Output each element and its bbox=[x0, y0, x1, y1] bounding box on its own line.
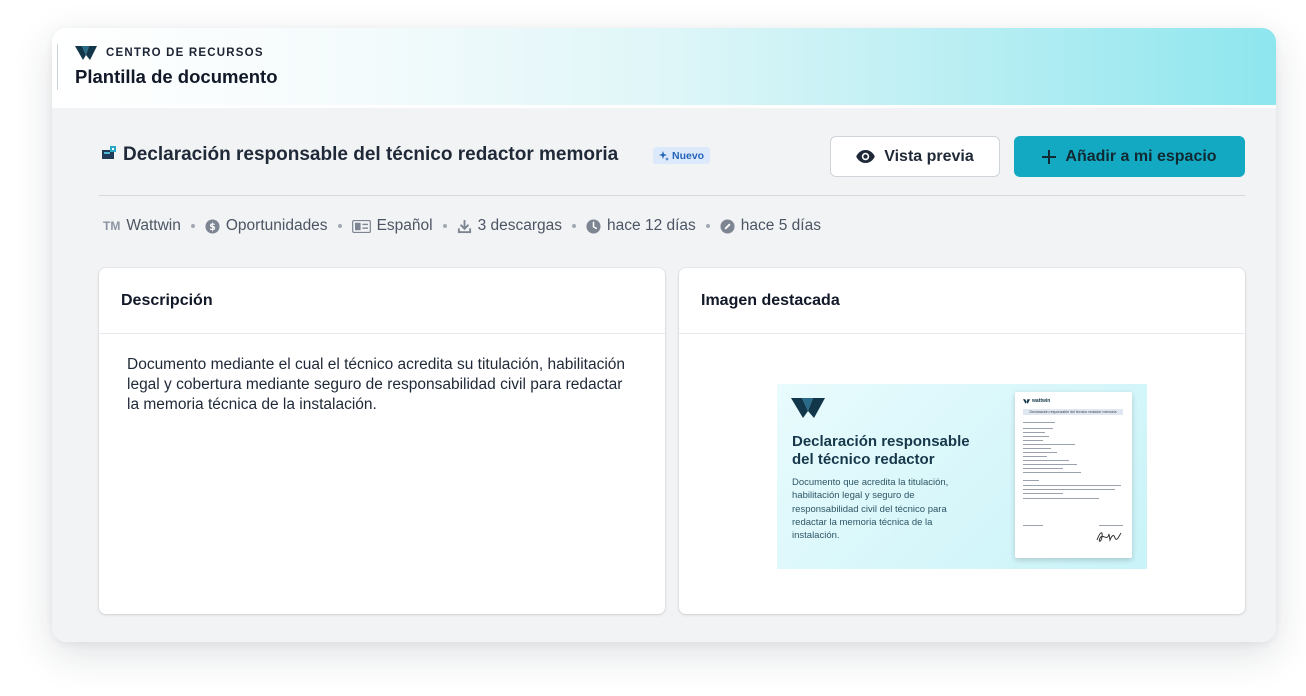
paper-line bbox=[1023, 464, 1077, 466]
page-title: Plantilla de documento bbox=[75, 66, 278, 87]
breadcrumb: CENTRO DE RECURSOS bbox=[75, 46, 264, 60]
paper-line bbox=[1023, 460, 1069, 462]
clock-icon bbox=[586, 218, 601, 234]
preview-label: Vista previa bbox=[884, 147, 974, 165]
category-label: Oportunidades bbox=[225, 217, 328, 234]
section-label: CENTRO DE RECURSOS bbox=[106, 47, 264, 59]
paper-line bbox=[1023, 456, 1047, 458]
updated-date: hace 5 días bbox=[740, 217, 821, 234]
document-thumbnail: wattwin Declaración responsable del técn… bbox=[1015, 392, 1132, 558]
separator-dot bbox=[572, 224, 577, 228]
paper-line bbox=[1023, 493, 1063, 495]
new-badge: Nuevo bbox=[653, 147, 711, 164]
eye-icon bbox=[856, 150, 876, 163]
downloads-count: 3 descargas bbox=[477, 217, 563, 234]
brand-mark: TM bbox=[103, 219, 121, 233]
separator-dot bbox=[705, 224, 710, 228]
created-date: hace 12 días bbox=[607, 217, 696, 234]
svg-text:$: $ bbox=[209, 221, 216, 232]
downloads-item: 3 descargas bbox=[457, 217, 562, 235]
paper-line bbox=[1023, 436, 1049, 438]
header-divider bbox=[99, 195, 1245, 196]
description-heading: Descripción bbox=[99, 268, 665, 334]
paper-line bbox=[1023, 448, 1051, 450]
edit-circle-icon bbox=[720, 218, 735, 234]
paper-line bbox=[1023, 440, 1043, 442]
signature-icon bbox=[1096, 532, 1122, 542]
author-item: TM Wattwin bbox=[103, 217, 181, 235]
paper-line bbox=[1023, 480, 1039, 482]
updated-item: hace 5 días bbox=[720, 217, 821, 235]
metadata-row: TM Wattwin $ Oportunidades Español 3 des… bbox=[103, 217, 821, 235]
category-item: $ Oportunidades bbox=[205, 217, 328, 235]
paper-line bbox=[1023, 489, 1115, 491]
add-to-space-button[interactable]: Añadir a mi espacio bbox=[1014, 136, 1245, 177]
feature-title: Declaración responsable del técnico reda… bbox=[792, 433, 970, 468]
plus-icon bbox=[1042, 149, 1057, 164]
description-card: Descripción Documento mediante el cual e… bbox=[99, 268, 665, 614]
paper-brand: wattwin bbox=[1023, 398, 1050, 404]
resource-window: CENTRO DE RECURSOS Plantilla de document… bbox=[52, 28, 1276, 642]
language-card-icon bbox=[351, 219, 371, 233]
language-label: Español bbox=[376, 217, 433, 234]
featured-image[interactable]: Declaración responsable del técnico reda… bbox=[777, 384, 1147, 569]
paper-heading-bar: Declaración responsable del técnico reda… bbox=[1023, 409, 1123, 415]
paper-line bbox=[1023, 472, 1081, 474]
add-label: Añadir a mi espacio bbox=[1065, 147, 1217, 165]
description-text: Documento mediante el cual el técnico ac… bbox=[127, 356, 626, 413]
feature-description: Documento que acredita la titulación, ha… bbox=[792, 477, 949, 542]
paper-line bbox=[1023, 498, 1099, 500]
banner-divider bbox=[57, 44, 58, 90]
featured-image-heading: Imagen destacada bbox=[679, 268, 1245, 334]
paper-line bbox=[1023, 452, 1057, 454]
sparkle-icon bbox=[659, 150, 669, 161]
dollar-circle-icon: $ bbox=[205, 218, 220, 234]
paper-heading: Declaración responsable del técnico reda… bbox=[1029, 410, 1117, 414]
document-type-icon bbox=[102, 146, 116, 159]
header-banner: CENTRO DE RECURSOS Plantilla de document… bbox=[52, 28, 1276, 108]
paper-line bbox=[1099, 525, 1123, 527]
paper-line bbox=[1023, 468, 1063, 470]
wattwin-logo-icon bbox=[791, 398, 825, 418]
document-title: Declaración responsable del técnico reda… bbox=[123, 144, 619, 165]
download-icon bbox=[457, 219, 471, 233]
featured-image-card: Imagen destacada Declaración responsable… bbox=[679, 268, 1245, 614]
paper-line bbox=[1023, 428, 1053, 430]
document-header: Declaración responsable del técnico reda… bbox=[99, 135, 1245, 177]
wattwin-logo-icon bbox=[75, 46, 97, 60]
paper-brand-label: wattwin bbox=[1032, 398, 1051, 404]
author-name: Wattwin bbox=[126, 217, 181, 234]
wattwin-logo-icon bbox=[1023, 398, 1030, 404]
separator-dot bbox=[442, 224, 447, 228]
paper-line bbox=[1023, 485, 1121, 487]
paper-line bbox=[1023, 432, 1045, 434]
separator-dot bbox=[337, 224, 342, 228]
paper-line bbox=[1023, 444, 1075, 446]
badge-label: Nuevo bbox=[672, 149, 705, 162]
separator-dot bbox=[190, 224, 195, 228]
preview-button[interactable]: Vista previa bbox=[830, 136, 1000, 177]
paper-line bbox=[1023, 422, 1055, 424]
language-item: Español bbox=[351, 217, 433, 235]
paper-line bbox=[1023, 525, 1043, 527]
created-item: hace 12 días bbox=[586, 217, 696, 235]
